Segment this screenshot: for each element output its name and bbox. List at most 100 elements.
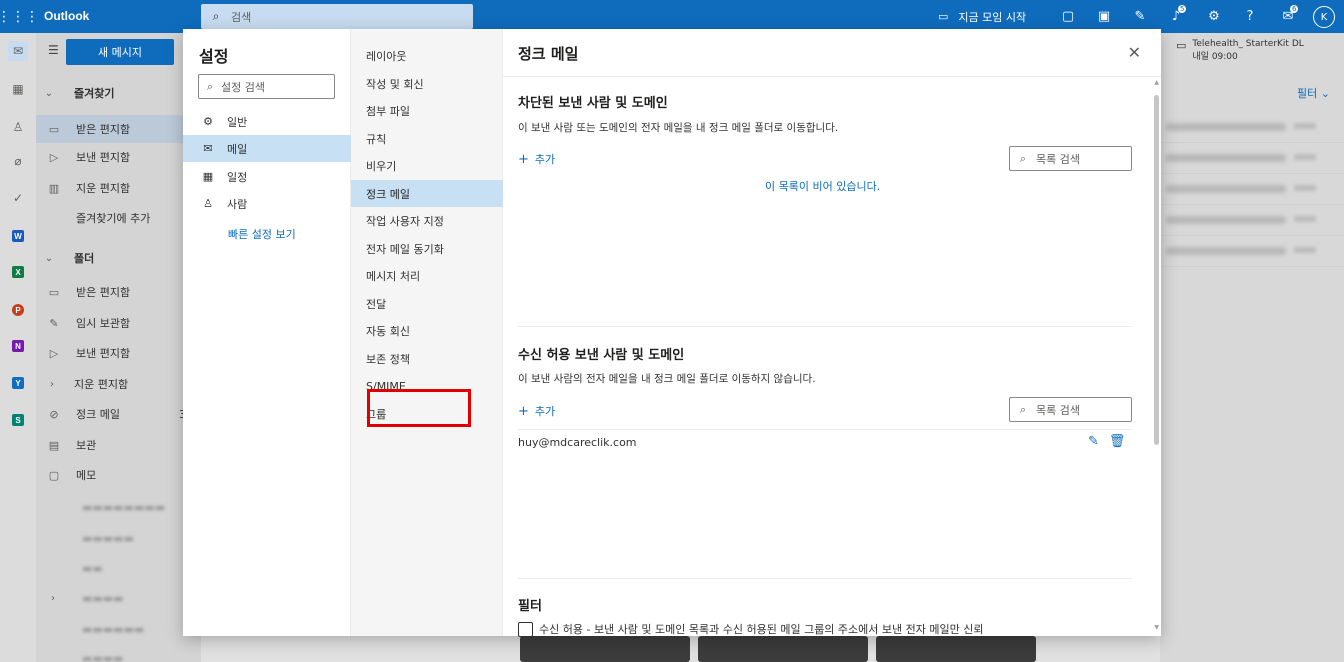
subsection-sweep[interactable]: 비우기 [351,152,503,179]
sway-icon[interactable]: S [8,410,28,430]
blurred-folder[interactable]: ▬▬▬▬ [36,644,201,662]
attachment-icon[interactable]: ⌀ [8,151,28,171]
notification-badge: 5 [1178,5,1187,13]
filters-title: 필터 [518,599,542,614]
preview-image [876,636,1036,662]
quick-settings-link[interactable]: 빠른 설정 보기 [228,226,296,242]
subsection-automatic-replies[interactable]: 자동 회신 [351,317,503,344]
settings-search-input[interactable]: ⌕ 설정 검색 [198,74,335,99]
edit-pencil-icon[interactable]: ✎ [1088,434,1099,449]
subsection-rules[interactable]: 규칙 [351,125,503,152]
app-name[interactable]: Outlook [44,9,89,23]
new-message-button[interactable]: 새 메시지 [66,39,174,65]
subsection-junk-email[interactable]: 정크 메일 [351,180,503,207]
blocked-senders-description: 이 보낸 사람 또는 도메인의 전자 메일을 내 정크 메일 폴더로 이동합니다… [518,122,839,134]
subsection-retention-policies[interactable]: 보존 정책 [351,345,503,372]
safe-senders-description: 이 보낸 사람의 전자 메일을 내 정크 메일 폴더로 이동하지 않습니다. [518,373,816,385]
favorite-sent[interactable]: ▷ 보낸 편지함 [36,143,201,171]
blurred-folder[interactable]: ▬▬▬▬▬ [36,524,201,552]
folder-inbox[interactable]: ▭ 받은 편지함 5 [36,278,201,306]
scroll-thumb[interactable] [1154,95,1159,445]
yammer-icon[interactable]: Y [8,373,28,393]
favorite-deleted[interactable]: ▥ 지운 편지함 1 [36,174,201,202]
blurred-folder[interactable]: ▬▬ [36,554,201,582]
mail-icon[interactable]: ✉ [8,41,28,61]
category-calendar[interactable]: ▦ 일정 [183,163,351,190]
blurred-folder[interactable]: ▬▬▬▬▬▬ [36,615,201,643]
trusted-only-option[interactable]: 수신 허용 - 보낸 사람 및 도메인 목록과 수신 허용된 메일 그룹의 주소… [518,621,983,637]
avatar[interactable]: K [1313,6,1335,28]
subsection-forwarding[interactable]: 전달 [351,290,503,317]
upcoming-event[interactable]: ▭ Telehealth_ StarterKit DL 내일 09:00 [1176,39,1304,62]
folders-header[interactable]: ⌄ 폴더 [36,244,201,272]
word-icon[interactable]: W [8,226,28,246]
trash-icon: ▥ [48,181,60,195]
filter-button[interactable]: 필터 ⌄ [1297,85,1330,101]
pencil-icon: ✎ [49,316,59,330]
safe-add-button[interactable]: + 추가 [518,403,555,419]
category-mail[interactable]: ✉ 메일 [183,135,351,162]
archive-icon: ▤ [48,438,60,452]
add-favorite-link[interactable]: 즐겨찾기에 추가 [36,204,201,232]
safe-senders-title: 수신 허용 보낸 사람 및 도메인 [518,348,685,363]
folder-deleted[interactable]: › 지운 편지함 1 [36,370,201,398]
search-placeholder: 검색 [231,10,252,24]
app-rail: ✉ ▦ ♙ ⌀ ✓ W X P N Y S [0,33,36,662]
blurred-folder[interactable]: › ▬▬▬▬ [36,584,201,612]
blocked-list-search[interactable]: ⌕ 목록 검색 [1009,146,1132,171]
message-row[interactable] [1160,206,1344,236]
entry-actions: ✎ 🗑 [1088,434,1125,449]
message-row[interactable] [1160,175,1344,205]
scroll-down-arrow-icon[interactable]: ▼ [1154,624,1159,631]
subsection-customize-actions[interactable]: 작업 사용자 지정 [351,207,503,234]
excel-icon[interactable]: X [8,262,28,282]
folder-junk[interactable]: ⊘ 정크 메일 36 [36,400,201,428]
plus-icon: + [518,403,529,419]
folder-archive[interactable]: ▤ 보관 [36,431,201,459]
mail-icon: ✉ [203,142,213,155]
subsection-layout[interactable]: 레이아웃 [351,42,503,69]
junk-email-panel: 정크 메일 ✕ 차단된 보낸 사람 및 도메인 이 보낸 사람 또는 도메인의 … [503,29,1161,637]
meet-now-label: 지금 모임 시작 [958,10,1027,24]
folder-sent[interactable]: ▷ 보낸 편지함 [36,339,201,367]
subsection-message-handling[interactable]: 메시지 처리 [351,262,503,289]
favorites-header[interactable]: ⌄ 즐겨찾기 [36,79,201,107]
folder-notes[interactable]: ▢ 메모 [36,461,201,489]
folder-drafts[interactable]: ✎ 임시 보관함 7 [36,309,201,337]
chevron-down-icon: ⌄ [44,252,54,264]
help-icon[interactable]: ? [1238,0,1262,33]
safe-list-search[interactable]: ⌕ 목록 검색 [1009,397,1132,422]
notifications-icon[interactable]: ♪ 5 [1164,0,1188,33]
category-general[interactable]: ⚙ 일반 [183,108,351,135]
scroll-up-arrow-icon[interactable]: ▲ [1154,79,1159,86]
calendar-icon[interactable]: ▦ [8,79,28,99]
blocked-add-button[interactable]: + 추가 [518,151,555,167]
inbox-icon: ▭ [48,122,60,136]
todo-icon[interactable]: ✓ [8,188,28,208]
highlight-box [367,389,471,427]
message-row[interactable] [1160,237,1344,267]
close-icon[interactable]: ✕ [1128,43,1141,62]
feedback-icon[interactable]: ✉ 6 [1276,0,1300,33]
onenote-icon[interactable]: N [8,336,28,356]
search-icon: ⌕ [1019,151,1027,165]
delete-trash-icon[interactable]: 🗑 [1109,434,1126,449]
blocked-senders-title: 차단된 보낸 사람 및 도메인 [518,96,668,111]
trusted-only-checkbox[interactable] [518,621,533,637]
search-box[interactable]: ⌕ 검색 [201,4,473,29]
powerpoint-icon[interactable]: P [8,300,28,320]
blurred-folder[interactable]: ▬▬▬▬▬▬▬▬ [36,493,201,521]
category-people[interactable]: ♙ 사람 [183,190,351,217]
message-row[interactable] [1160,144,1344,174]
subsection-compose[interactable]: 작성 및 회신 [351,70,503,97]
settings-gear-icon[interactable]: ⚙ [1202,0,1226,33]
subsection-sync-email[interactable]: 전자 메일 동기화 [351,235,503,262]
app-launcher-icon[interactable]: ⋮⋮⋮ [0,0,39,33]
message-row[interactable] [1160,113,1344,143]
menu-icon[interactable]: ☰ [48,43,59,57]
people-icon[interactable]: ♙ [8,117,28,137]
favorite-inbox[interactable]: ▭ 받은 편지함 5 [36,115,201,143]
gear-icon: ⚙ [203,115,213,128]
search-icon: ⌕ [212,9,220,23]
subsection-attachments[interactable]: 첨부 파일 [351,97,503,124]
